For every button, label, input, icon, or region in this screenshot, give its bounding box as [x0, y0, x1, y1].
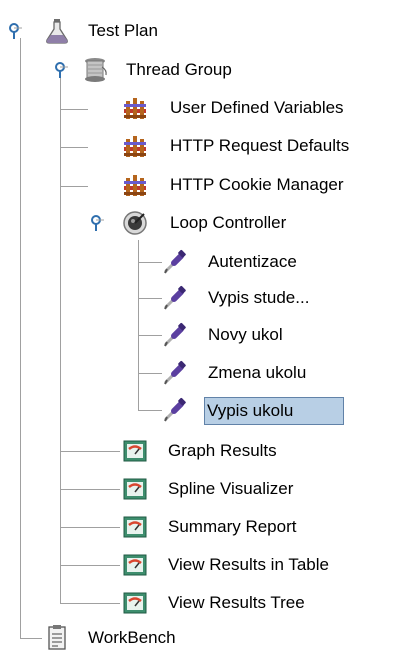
- config-element-icon: [122, 95, 148, 121]
- pipette-icon: [162, 249, 188, 275]
- tree-node-label-selected: Vypis ukolu: [204, 397, 344, 425]
- pipette-icon: [162, 322, 188, 348]
- expand-thread-group-handle[interactable]: [54, 61, 68, 81]
- tree-node-label: Spline Visualizer: [168, 479, 294, 498]
- tree-node-label: HTTP Request Defaults: [170, 136, 350, 155]
- tree-node-label: View Results Tree: [168, 593, 305, 612]
- tree-node-label: Test Plan: [88, 21, 158, 40]
- tree-node-label: HTTP Cookie Manager: [170, 175, 344, 194]
- listener-graph-icon: [122, 552, 148, 578]
- expanded-key-icon: [55, 62, 68, 78]
- config-element-icon: [122, 172, 148, 198]
- tree-node-label: View Results in Table: [168, 555, 329, 574]
- loop-controller-icon: [122, 210, 148, 236]
- pipette-icon: [162, 285, 188, 311]
- expand-test-plan-handle[interactable]: [8, 22, 22, 42]
- pipette-icon: [162, 397, 188, 423]
- tree-node-label: Novy ukol: [208, 325, 283, 344]
- listener-graph-icon: [122, 590, 148, 616]
- workbench-icon: [44, 625, 70, 651]
- tree-node-label: Autentizace: [208, 252, 297, 271]
- test-plan-tree[interactable]: Test Plan Thread Group User Defined Vari…: [0, 0, 394, 653]
- tree-node-label: Loop Controller: [170, 213, 287, 232]
- spool-icon: [82, 57, 108, 83]
- tree-node-label: Summary Report: [168, 517, 297, 536]
- listener-graph-icon: [122, 438, 148, 464]
- expanded-key-icon: [91, 215, 104, 231]
- pipette-icon: [162, 360, 188, 386]
- flask-icon: [44, 18, 70, 44]
- listener-graph-icon: [122, 514, 148, 540]
- listener-graph-icon: [122, 476, 148, 502]
- expanded-key-icon: [9, 23, 22, 39]
- config-element-icon: [122, 133, 148, 159]
- tree-node-label: User Defined Variables: [170, 98, 344, 117]
- tree-node-label: Thread Group: [126, 60, 232, 79]
- tree-node-label: Vypis stude...: [208, 288, 310, 307]
- expand-loop-controller-handle[interactable]: [90, 214, 104, 234]
- tree-node-label: Graph Results: [168, 441, 277, 460]
- tree-node-label: Zmena ukolu: [208, 363, 307, 382]
- tree-node-label: WorkBench: [88, 628, 176, 647]
